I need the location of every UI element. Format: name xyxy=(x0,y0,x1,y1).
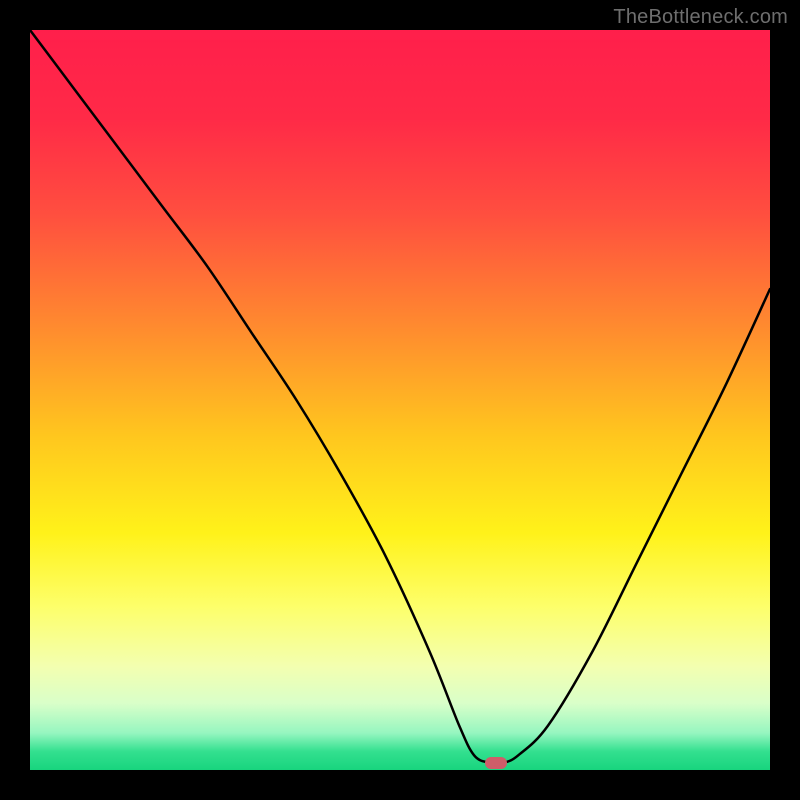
gradient-background xyxy=(30,30,770,770)
chart-frame: TheBottleneck.com xyxy=(0,0,800,800)
watermark-text: TheBottleneck.com xyxy=(613,6,788,29)
minimum-marker xyxy=(485,757,507,769)
plot-area xyxy=(30,30,770,770)
